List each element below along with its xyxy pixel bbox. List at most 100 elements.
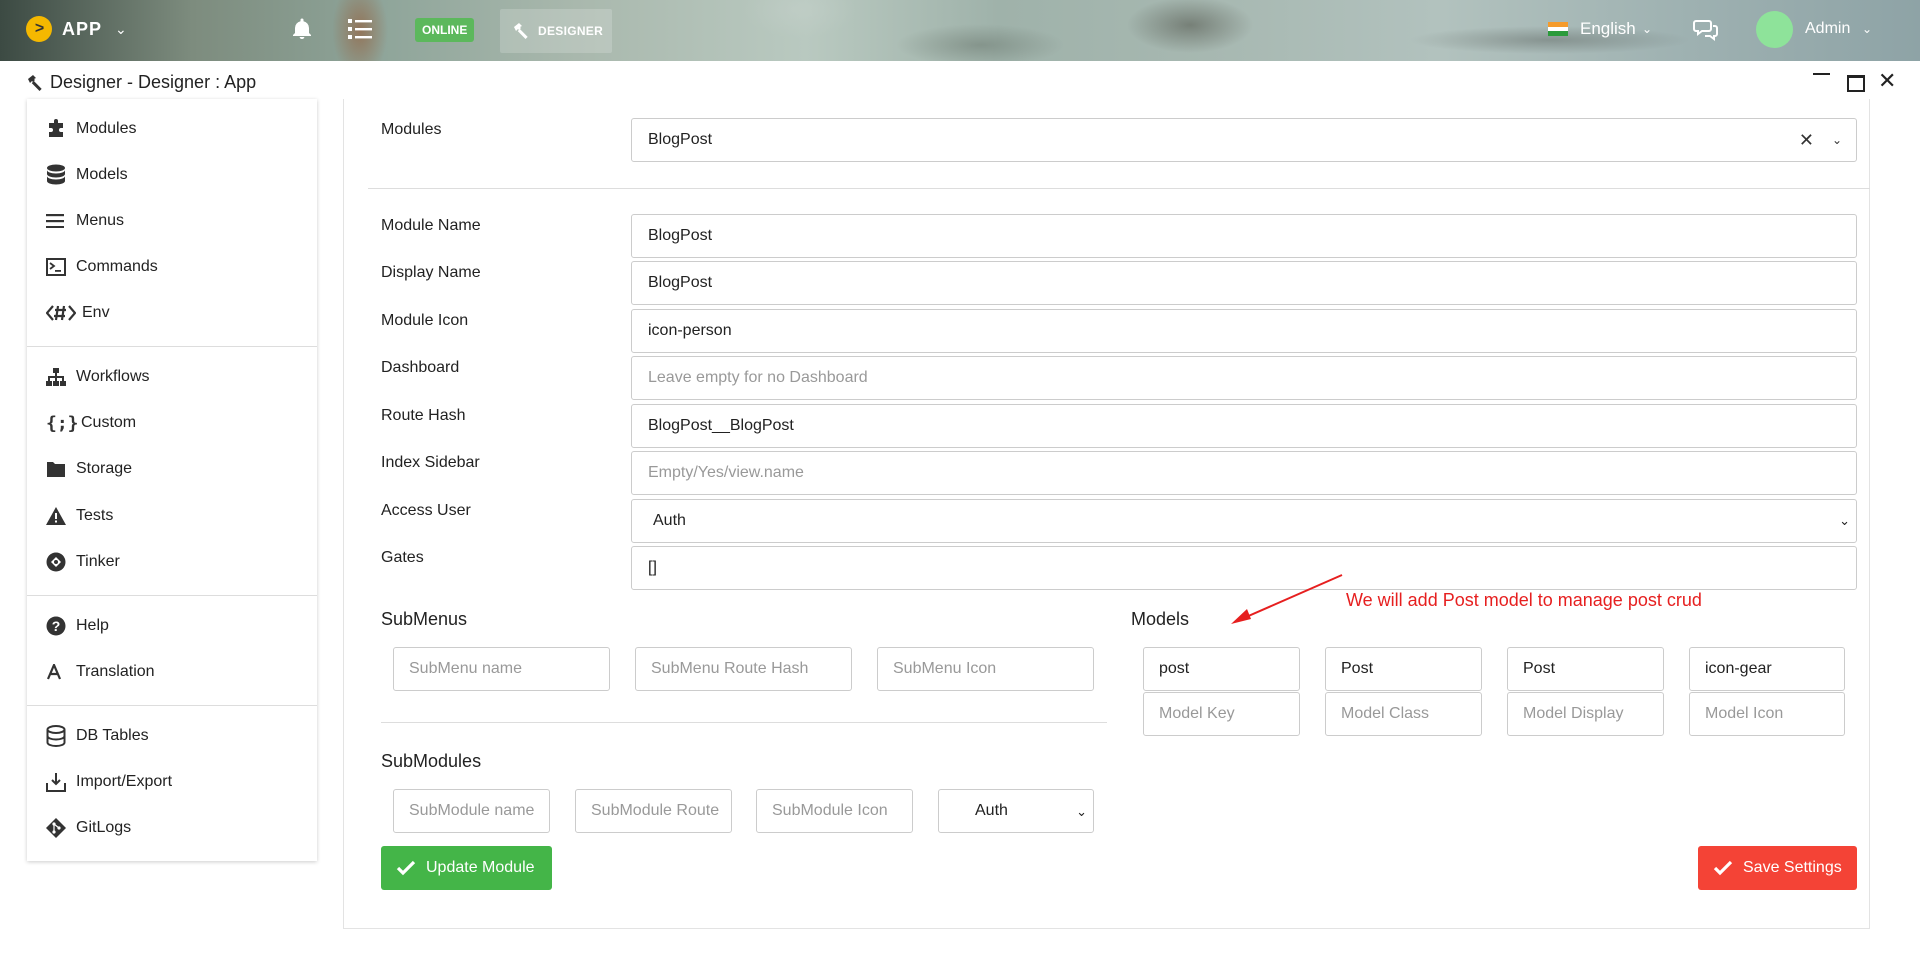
clear-icon[interactable]: ✕	[1799, 130, 1814, 151]
top-navbar: > APP ⌄ ONLINE DESIGNER English ⌄ Admin …	[0, 0, 1920, 61]
user-menu[interactable]: Admin	[1805, 20, 1850, 38]
chevron-down-icon[interactable]: ⌄	[1862, 22, 1872, 36]
help-icon: ?	[46, 616, 76, 636]
database-icon	[46, 164, 76, 186]
models-heading: Models	[1131, 609, 1190, 629]
sidebar-item-label: Help	[76, 617, 109, 634]
model-key-input[interactable]: Model Key	[1143, 692, 1300, 736]
maximize-button[interactable]	[1847, 75, 1865, 92]
divider	[368, 188, 1870, 189]
online-status-badge: ONLINE	[415, 18, 475, 42]
designer-tab-label: DESIGNER	[538, 24, 604, 38]
sidebar-item-models[interactable]: Models	[46, 160, 128, 190]
window-title-text: Designer - Designer : App	[50, 72, 257, 92]
avatar[interactable]	[1756, 11, 1793, 48]
submodule-name-input[interactable]: SubModule name	[393, 789, 550, 833]
access-user-label: Access User	[381, 502, 471, 519]
submenu-name-input[interactable]: SubMenu name	[393, 647, 610, 691]
sidebar-item-custom[interactable]: {;} Custom	[46, 408, 136, 438]
access-user-select[interactable]: Auth ⌄	[631, 499, 1857, 543]
index-sidebar-field[interactable]: Empty/Yes/view.name	[631, 451, 1857, 495]
sitemap-icon	[46, 367, 76, 387]
language-selector[interactable]: English	[1580, 19, 1636, 39]
sidebar-item-modules[interactable]: Modules	[46, 114, 136, 144]
save-settings-button[interactable]: Save Settings	[1698, 846, 1857, 890]
chevron-down-icon[interactable]: ⌄	[1832, 133, 1842, 147]
annotation-text: We will add Post model to manage post cr…	[1346, 590, 1702, 610]
sidebar-item-storage[interactable]: Storage	[46, 454, 132, 484]
sidebar-item-import-export[interactable]: Import/Export	[46, 767, 172, 797]
folder-icon	[46, 460, 76, 478]
dashboard-field[interactable]: Leave empty for no Dashboard	[631, 356, 1857, 400]
database-icon	[46, 725, 76, 747]
model-class-field[interactable]: Post	[1325, 647, 1482, 691]
check-icon	[1713, 860, 1733, 876]
submodule-route-input[interactable]: SubModule Route	[575, 789, 732, 833]
modules-select[interactable]: BlogPost ✕ ⌄	[631, 118, 1857, 162]
display-name-field[interactable]: BlogPost	[631, 261, 1857, 305]
list-icon[interactable]	[348, 18, 372, 40]
hashtag-code-icon	[46, 304, 82, 322]
sidebar-divider	[27, 595, 317, 596]
sidebar-item-label: Menus	[76, 212, 125, 229]
modules-select-value: BlogPost	[648, 131, 713, 148]
module-icon-field[interactable]: icon-person	[631, 309, 1857, 353]
chevron-down-icon[interactable]: ⌄	[115, 21, 127, 38]
sidebar-item-label: Env	[82, 304, 110, 321]
sidebar-item-workflows[interactable]: Workflows	[46, 362, 150, 392]
sidebar-item-db-tables[interactable]: DB Tables	[46, 721, 149, 751]
update-module-button[interactable]: Update Module	[381, 846, 552, 890]
braces-icon: {;}	[46, 412, 79, 434]
module-name-field[interactable]: BlogPost	[631, 214, 1857, 258]
chevron-down-icon: ⌄	[1839, 513, 1850, 528]
sidebar-item-label: Tinker	[76, 553, 120, 570]
check-icon	[396, 860, 416, 876]
route-hash-field[interactable]: BlogPost__BlogPost	[631, 404, 1857, 448]
submenu-route-hash-input[interactable]: SubMenu Route Hash	[635, 647, 852, 691]
model-class-input[interactable]: Model Class	[1325, 692, 1482, 736]
chevron-down-icon: ⌄	[1076, 804, 1087, 819]
designer-tab[interactable]: DESIGNER	[500, 9, 612, 53]
sidebar-item-label: DB Tables	[76, 727, 149, 744]
sidebar-item-tinker[interactable]: Tinker	[46, 547, 120, 577]
hammer-icon	[514, 23, 528, 39]
git-icon	[46, 818, 76, 838]
submenu-icon-input[interactable]: SubMenu Icon	[877, 647, 1094, 691]
chevron-down-icon[interactable]: ⌄	[1642, 22, 1652, 36]
sidebar-item-translation[interactable]: Translation	[46, 657, 155, 687]
submodule-access-select[interactable]: Auth ⌄	[938, 789, 1094, 833]
model-key-field[interactable]: post	[1143, 647, 1300, 691]
gates-label: Gates	[381, 549, 424, 566]
india-flag-icon[interactable]	[1548, 22, 1568, 36]
sidebar-item-menus[interactable]: Menus	[46, 206, 124, 236]
chat-icon[interactable]	[1693, 18, 1719, 42]
sidebar-item-label: Custom	[81, 414, 137, 431]
module-name-label: Module Name	[381, 217, 481, 234]
sidebar-item-env[interactable]: Env	[46, 298, 110, 328]
sidebar-item-help[interactable]: ? Help	[46, 611, 109, 641]
app-title[interactable]: APP	[62, 19, 102, 40]
terminal-icon	[46, 258, 76, 276]
puzzle-icon	[46, 119, 76, 139]
minimize-button[interactable]	[1813, 73, 1830, 75]
sidebar-item-tests[interactable]: Tests	[46, 501, 113, 531]
model-display-field[interactable]: Post	[1507, 647, 1664, 691]
svg-text:?: ?	[52, 618, 61, 634]
app-logo-icon[interactable]: >	[26, 16, 52, 42]
save-settings-label: Save Settings	[1743, 859, 1842, 876]
translate-icon	[46, 664, 76, 680]
sidebar-item-commands[interactable]: Commands	[46, 252, 158, 282]
submodule-icon-input[interactable]: SubModule Icon	[756, 789, 913, 833]
bell-icon[interactable]	[290, 17, 314, 41]
sidebar-item-gitlogs[interactable]: GitLogs	[46, 813, 131, 843]
designer-sidebar: Modules Models Menus Commands Env Workfl…	[27, 99, 317, 861]
model-icon-field[interactable]: icon-gear	[1689, 647, 1845, 691]
route-hash-label: Route Hash	[381, 407, 466, 424]
import-export-icon	[46, 772, 76, 792]
compass-icon	[46, 552, 76, 572]
close-button[interactable]: ✕	[1878, 70, 1896, 92]
model-icon-input[interactable]: Model Icon	[1689, 692, 1845, 736]
annotation-arrow-icon	[1231, 574, 1343, 624]
window-title: Designer - Designer : App	[26, 72, 256, 93]
model-display-input[interactable]: Model Display	[1507, 692, 1664, 736]
